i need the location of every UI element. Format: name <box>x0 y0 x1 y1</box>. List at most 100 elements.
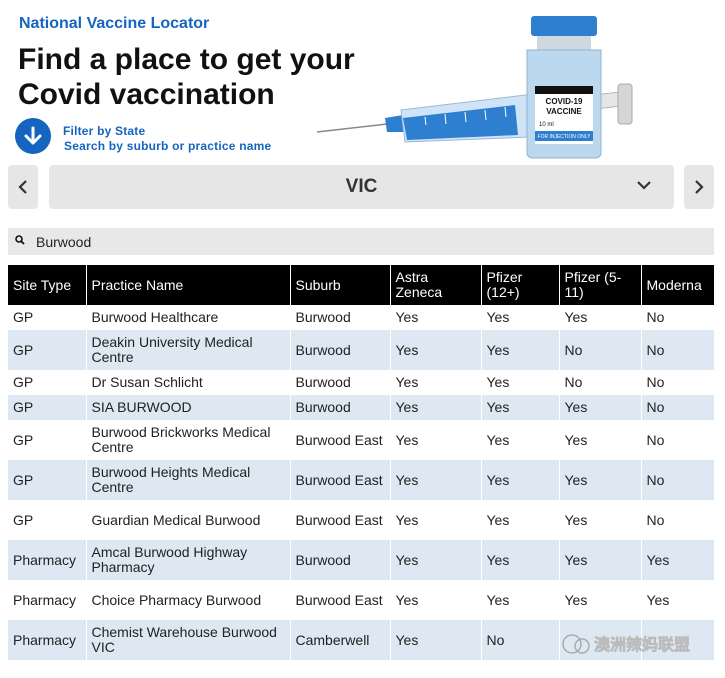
table-row[interactable]: GP Deakin University Medical Centre Burwoo… <box>8 330 714 370</box>
moderna-cell: No <box>641 500 714 540</box>
search-by-suburb-link[interactable]: Search by suburb or practice name <box>63 139 271 154</box>
table-row[interactable]: Pharmacy Amcal Burwood Highway Pharmacy Bu… <box>8 540 714 580</box>
svg-text:FOR INJECTION ONLY: FOR INJECTION ONLY <box>538 134 592 140</box>
site-type-cell: GP <box>8 460 87 500</box>
site-type-cell: Pharmacy <box>8 620 87 660</box>
table-row[interactable]: Pharmacy Choice Pharmacy Burwood Burwood E… <box>8 580 714 620</box>
state-dropdown[interactable]: VIC <box>49 165 674 209</box>
chevron-left-icon <box>18 180 27 194</box>
pfizer-12-cell: Yes <box>481 395 560 420</box>
vaccine-locations-table: Site Type Practice Name Suburb Astra Zeneca… <box>8 265 714 660</box>
filter-by-state-link[interactable]: Filter by State <box>63 124 271 139</box>
suburb-cell: Burwood <box>290 370 391 395</box>
astra-zeneca-cell: Yes <box>390 540 482 580</box>
svg-text:澳洲辣妈联盟: 澳洲辣妈联盟 <box>594 635 690 654</box>
watermark: 澳洲辣妈联盟 <box>562 634 690 654</box>
site-type-cell: Pharmacy <box>8 540 87 580</box>
suburb-cell: Burwood <box>290 305 391 330</box>
pfizer-12-cell: Yes <box>481 370 560 395</box>
pfizer-5-11-cell: Yes <box>559 540 642 580</box>
pfizer-5-11-cell: Yes <box>559 460 642 500</box>
practice-name-cell: Burwood Healthcare <box>86 305 291 330</box>
vaccine-syringe-illustration: COVID-19 VACCINE 10 ml FOR INJECTION ONL… <box>316 16 633 159</box>
previous-state-button[interactable] <box>8 165 38 209</box>
arrow-down-circle-icon[interactable] <box>15 118 51 154</box>
practice-name-cell: Amcal Burwood Highway Pharmacy <box>86 540 291 580</box>
site-type-cell: GP <box>8 305 87 330</box>
pfizer-5-11-cell: Yes <box>559 580 642 620</box>
col-moderna-header[interactable]: Moderna <box>641 265 714 305</box>
moderna-cell: Yes <box>641 580 714 620</box>
table-header-row: Site Type Practice Name Suburb Astra Zeneca… <box>8 265 714 305</box>
practice-name-cell: Choice Pharmacy Burwood <box>86 580 291 620</box>
pfizer-5-11-cell: No <box>559 330 642 370</box>
search-icon <box>15 235 25 245</box>
astra-zeneca-cell: Yes <box>390 460 482 500</box>
practice-name-cell: Burwood Heights Medical Centre <box>86 460 291 500</box>
practice-name-cell: Guardian Medical Burwood <box>86 500 291 540</box>
next-state-button[interactable] <box>684 165 714 209</box>
moderna-cell: Yes <box>641 540 714 580</box>
col-pfizer-12-header[interactable]: Pfizer (12+) <box>481 265 560 305</box>
page-header: National Vaccine Locator Find a place to… <box>0 0 725 162</box>
filter-links: Filter by State Search by suburb or prac… <box>63 124 271 154</box>
site-type-cell: GP <box>8 330 87 370</box>
table-row[interactable]: GP Guardian Medical Burwood Burwood East Ye… <box>8 500 714 540</box>
svg-text:10 ml: 10 ml <box>539 122 554 128</box>
suburb-cell: Burwood <box>290 330 391 370</box>
pfizer-12-cell: Yes <box>481 305 560 330</box>
suburb-cell: Burwood East <box>290 500 391 540</box>
suburb-cell: Burwood East <box>290 580 391 620</box>
table-row[interactable]: GP SIA BURWOOD Burwood Yes Yes Yes No <box>8 395 714 420</box>
suburb-cell: Burwood <box>290 395 391 420</box>
table-row[interactable]: GP Burwood Heights Medical Centre Burwood … <box>8 460 714 500</box>
svg-text:VACCINE: VACCINE <box>546 107 582 116</box>
suburb-cell: Burwood East <box>290 420 391 460</box>
site-type-cell: GP <box>8 370 87 395</box>
site-eyebrow-title: National Vaccine Locator <box>19 15 210 32</box>
pfizer-12-cell: Yes <box>481 500 560 540</box>
pfizer-12-cell: Yes <box>481 540 560 580</box>
chevron-right-icon <box>695 180 704 194</box>
pfizer-12-cell: Yes <box>481 580 560 620</box>
astra-zeneca-cell: Yes <box>390 305 482 330</box>
moderna-cell: No <box>641 395 714 420</box>
astra-zeneca-cell: Yes <box>390 620 482 660</box>
selected-state: VIC <box>345 176 378 197</box>
site-type-cell: GP <box>8 420 87 460</box>
col-suburb-header[interactable]: Suburb <box>290 265 391 305</box>
pfizer-12-cell: Yes <box>481 460 560 500</box>
table-row[interactable]: GP Burwood Healthcare Burwood Yes Yes Yes No <box>8 305 714 330</box>
col-practice-name-header[interactable]: Practice Name <box>86 265 291 305</box>
pfizer-5-11-cell: Yes <box>559 305 642 330</box>
site-type-cell: Pharmacy <box>8 580 87 620</box>
search-input[interactable] <box>36 232 696 252</box>
col-pfizer-5-11-header[interactable]: Pfizer (5-11) <box>559 265 642 305</box>
site-type-cell: GP <box>8 500 87 540</box>
col-astra-zeneca-header[interactable]: Astra Zeneca <box>390 265 482 305</box>
practice-name-cell: Dr Susan Schlicht <box>86 370 291 395</box>
moderna-cell: No <box>641 305 714 330</box>
practice-name-cell: Deakin University Medical Centre <box>86 330 291 370</box>
pfizer-12-cell: Yes <box>481 420 560 460</box>
table-row[interactable]: GP Burwood Brickworks Medical Centre Burwo… <box>8 420 714 460</box>
practice-name-cell: Chemist Warehouse Burwood VIC <box>86 620 291 660</box>
suburb-cell: Burwood East <box>290 460 391 500</box>
pfizer-12-cell: Yes <box>481 330 560 370</box>
suburb-cell: Camberwell <box>290 620 391 660</box>
pfizer-5-11-cell: Yes <box>559 395 642 420</box>
pfizer-5-11-cell: Yes <box>559 500 642 540</box>
astra-zeneca-cell: Yes <box>390 330 482 370</box>
astra-zeneca-cell: Yes <box>390 370 482 395</box>
suburb-cell: Burwood <box>290 540 391 580</box>
moderna-cell: No <box>641 370 714 395</box>
practice-name-cell: Burwood Brickworks Medical Centre <box>86 420 291 460</box>
table-row[interactable]: GP Dr Susan Schlicht Burwood Yes Yes No No <box>8 370 714 395</box>
search-bar <box>8 228 714 255</box>
pfizer-5-11-cell: Yes <box>559 420 642 460</box>
chevron-down-icon <box>637 181 651 190</box>
moderna-cell: No <box>641 420 714 460</box>
col-site-type-header[interactable]: Site Type <box>8 265 87 305</box>
site-type-cell: GP <box>8 395 87 420</box>
moderna-cell: No <box>641 330 714 370</box>
